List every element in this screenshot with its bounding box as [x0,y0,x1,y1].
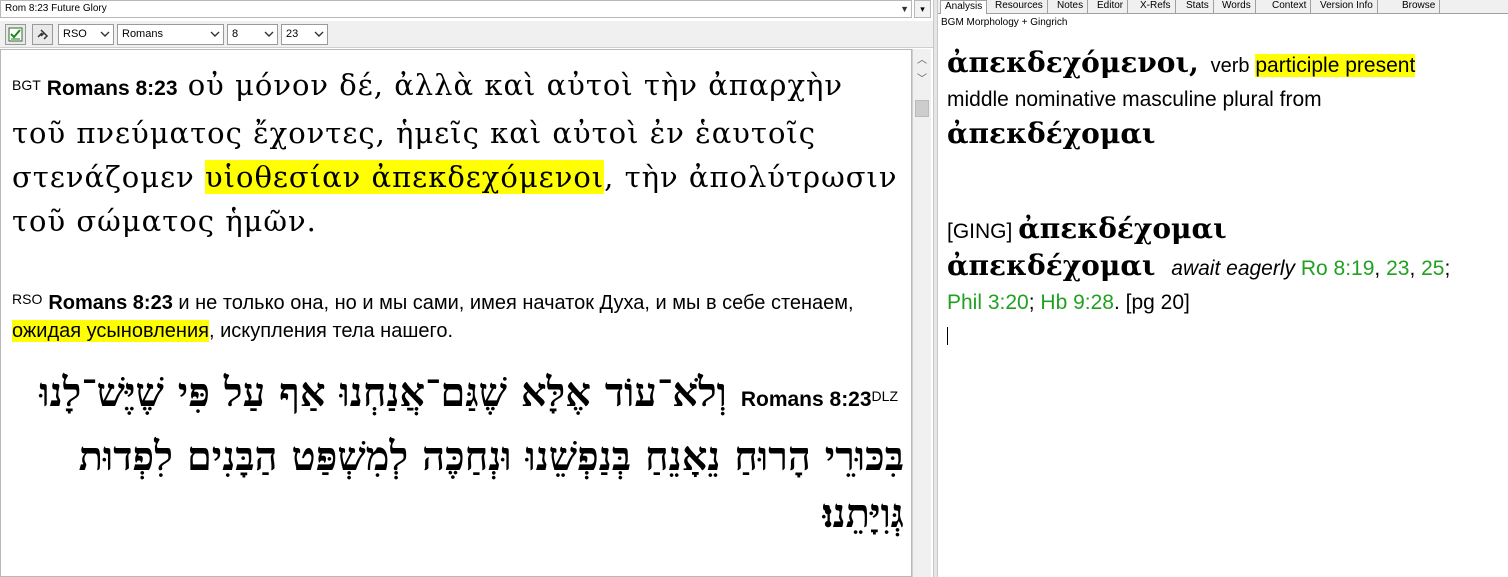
lexicon-tag: [GING] [947,220,1013,243]
verse-selector-text: Rom 8:23 Future Glory [5,3,107,14]
highlighted-text[interactable]: υἱοθεσίαν ἀπεκδεχόμενοι [204,160,605,194]
chevron-down-icon [210,31,220,37]
tab-version-info[interactable]: Version Info [1316,0,1378,13]
chevron-down-icon: ▾ [920,4,925,14]
analysis-tabs: Analysis Resources Notes Editor X-Refs S… [938,0,1508,14]
pane-menu-button[interactable]: ▾ [914,0,931,18]
tab-notes[interactable]: Notes [1053,0,1089,13]
verse-selector[interactable]: Rom 8:23 Future Glory ▼ [0,0,912,18]
chevron-down-icon [264,31,274,37]
version-label: BGT [12,77,41,93]
chapter-combo[interactable]: 8 [227,24,278,45]
lexicon-entry: [GING] ἀπεκδέχομαι ἀπεκδέχομαι await eag… [947,212,1451,314]
part-of-speech: verb [1210,55,1250,77]
version-label: DLZ [871,388,898,404]
bible-text-pane: Rom 8:23 Future Glory ▼ ▾ RSO Romans 8 2… [0,0,933,577]
entry-lemma: ἀπεκδέχομαι [947,249,1156,282]
vertical-scrollbar[interactable]: ︿ ﹀ [912,49,931,577]
xref-link[interactable]: Phil 3:20 [947,291,1029,314]
tab-context[interactable]: Context [1268,0,1312,13]
analysis-source-label: BGM Morphology + Gingrich [941,17,1068,28]
text-cursor [947,327,948,345]
sync-button[interactable] [5,24,26,45]
tab-resources[interactable]: Resources [991,0,1048,13]
version-combo[interactable]: RSO [58,24,114,45]
chevron-down-icon [314,31,324,37]
version-label: RSO [12,291,43,307]
verse-text-area[interactable]: BGT Romans 8:23 οὐ μόνον δέ, ἀλλὰ καὶ αὐτ… [0,49,912,577]
parse-highlight: participle present [1255,54,1416,77]
scroll-down-icon[interactable]: ﹀ [913,70,931,86]
xref-link[interactable]: Hb 9:28 [1040,291,1114,314]
analysis-pane: Analysis Resources Notes Editor X-Refs S… [938,0,1508,577]
highlighted-text[interactable]: ожидая усыновления [12,320,209,342]
gloss: await eagerly [1171,257,1296,280]
link-button[interactable] [32,24,53,45]
verse-text[interactable]: , искупления тела нашего. [209,320,453,342]
xref-link[interactable]: 23 [1386,257,1409,280]
verse-text[interactable]: и не только она, но и мы сами, имея нача… [178,292,853,314]
lexicon-lemma[interactable]: ἀπεκδέχομαι [1018,212,1226,245]
chevron-down-icon[interactable]: ▼ [900,1,909,17]
analysis-content[interactable]: ἀπεκδεχόμενοι, verb participle present m… [947,46,1497,320]
checklist-icon [8,27,23,42]
verse-reference[interactable]: Romans 8:23 [47,77,178,100]
page-reference: [pg 20] [1125,291,1190,314]
text-toolbar: RSO Romans 8 23 [0,21,933,48]
chevron-down-icon [100,31,110,37]
tab-stats[interactable]: Stats [1182,0,1214,13]
tab-browse[interactable]: Browse [1398,0,1441,13]
verse-reference[interactable]: Romans 8:23 [48,292,173,314]
scroll-thumb[interactable] [915,100,929,117]
verse-rso: RSO Romans 8:23 и не только она, но и мы … [12,285,902,345]
tab-x-refs[interactable]: X-Refs [1136,0,1176,13]
verse-reference[interactable]: Romans 8:23 [741,388,872,411]
book-combo[interactable]: Romans [117,24,224,45]
tab-words[interactable]: Words [1218,0,1256,13]
verse-dlz: DLZRomans 8:23 וְלֹא־עוֹד אֶלָּא שֶׁגַּם… [9,364,904,542]
tab-editor[interactable]: Editor [1093,0,1129,13]
morphology-entry: ἀπεκδεχόμενοι, verb participle present m… [947,46,1497,154]
link-icon [37,29,49,40]
parsed-word[interactable]: ἀπεκδεχόμενοι, [947,46,1199,79]
tab-analysis[interactable]: Analysis [940,0,988,14]
lemma[interactable]: ἀπεκδέχομαι [947,117,1155,150]
verse-bgt: BGT Romans 8:23 οὐ μόνον δέ, ἀλλὰ καὶ αὐτ… [12,63,902,243]
scroll-up-icon[interactable]: ︿ [913,51,931,67]
parse-detail: middle nominative masculine plural from [947,88,1322,111]
verse-combo[interactable]: 23 [281,24,328,45]
xref-link[interactable]: Ro 8:19 [1301,257,1375,280]
xref-link[interactable]: 25 [1421,257,1444,280]
